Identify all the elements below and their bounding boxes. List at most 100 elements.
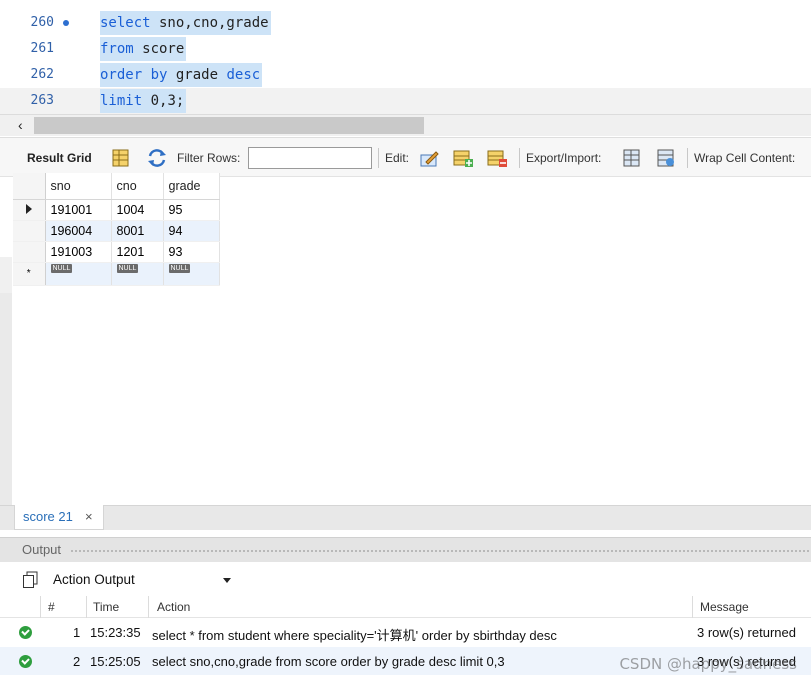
table-row[interactable]: 196004 8001 94	[13, 220, 220, 242]
success-check-icon	[19, 655, 32, 668]
result-grid-label[interactable]: Result Grid	[27, 151, 92, 165]
null-badge: NULL	[116, 263, 139, 273]
table-row[interactable]: 191001 1004 95	[13, 199, 220, 221]
close-tab-icon[interactable]: ×	[85, 509, 93, 524]
scroll-left-icon[interactable]: ‹	[18, 116, 23, 134]
code-text[interactable]: from score	[100, 37, 187, 61]
chevron-down-icon[interactable]	[223, 578, 231, 583]
editor-line[interactable]: 263 limit 0,3;	[0, 88, 811, 114]
result-grid: sno cno grade 191001 1004 95 196004 8001 94 1910…	[0, 173, 811, 505]
table-row[interactable]: 191003 1201 93	[13, 241, 220, 263]
row-header-corner[interactable]	[13, 173, 46, 200]
sql-editor[interactable]: 260 select sno,cno,grade 261 from score 262 o…	[0, 0, 811, 114]
column-divider	[148, 596, 149, 618]
output-num: 1	[73, 625, 81, 640]
watermark: CSDN @happy_sadness	[619, 655, 797, 673]
editor-line[interactable]: 261 from score	[0, 36, 811, 62]
new-row[interactable]: * NULL NULL NULL	[13, 262, 220, 286]
column-header-cno[interactable]: cno	[111, 173, 164, 200]
line-number: 262	[30, 67, 54, 82]
editor-line[interactable]: 262 order by grade desc	[0, 62, 811, 88]
row-header[interactable]	[13, 241, 46, 263]
grid-cell[interactable]: 196004	[45, 220, 112, 242]
tab-score-21[interactable]: score 21 ×	[14, 505, 104, 530]
success-check-icon	[19, 626, 32, 639]
result-table: sno cno grade 191001 1004 95 196004 8001 94 1910…	[13, 173, 220, 286]
column-header-sno[interactable]: sno	[45, 173, 112, 200]
new-row-marker: *	[13, 262, 46, 286]
grid-cell[interactable]: 1201	[111, 241, 164, 263]
output-action: select * from student where speciality='…	[152, 628, 557, 643]
grid-cell[interactable]: 191003	[45, 241, 112, 263]
code-text[interactable]: order by grade desc	[100, 63, 263, 87]
grid-cell[interactable]: 94	[163, 220, 220, 242]
grid-cell[interactable]: 8001	[111, 220, 164, 242]
grid-cell[interactable]: NULL	[111, 262, 164, 286]
sql-keyword: from	[100, 41, 134, 57]
output-mode-select[interactable]: Action Output	[48, 568, 236, 592]
output-time: 15:23:35	[90, 625, 141, 640]
result-tab-bar: score 21 ×	[0, 505, 811, 530]
result-toolbar: Result Grid Filter Rows: Edit: Export/Im…	[0, 137, 811, 177]
edit-label: Edit:	[385, 151, 410, 165]
statement-marker-icon[interactable]	[63, 20, 69, 26]
sql-keyword: limit	[100, 93, 143, 109]
filter-rows-input[interactable]	[248, 147, 372, 169]
sql-text: grade	[167, 67, 227, 83]
col-time[interactable]: Time	[93, 600, 119, 614]
sql-keyword: select	[100, 15, 151, 31]
grid-cell[interactable]: NULL	[45, 262, 112, 286]
sql-keyword: order	[100, 67, 143, 83]
column-divider	[40, 596, 41, 618]
toolbar-divider	[378, 148, 379, 168]
line-number: 261	[30, 41, 54, 56]
output-mode-value: Action Output	[53, 572, 135, 587]
scroll-thumb[interactable]	[34, 117, 424, 134]
column-divider	[692, 596, 693, 618]
refresh-icon[interactable]	[146, 147, 168, 169]
edit-row-icon[interactable]	[418, 147, 440, 169]
grid-view-icon[interactable]	[110, 147, 132, 169]
filter-rows-label: Filter Rows:	[177, 151, 241, 165]
grid-cell[interactable]: 93	[163, 241, 220, 263]
delete-row-icon[interactable]	[486, 147, 508, 169]
grid-cell[interactable]: NULL	[163, 262, 220, 286]
copy-icon[interactable]	[22, 571, 39, 589]
col-message[interactable]: Message	[700, 600, 749, 614]
row-header[interactable]	[13, 199, 46, 221]
panel-grip[interactable]	[70, 549, 809, 553]
export-icon[interactable]	[621, 147, 643, 169]
output-toolbar: Action Output	[0, 562, 811, 596]
output-table-header: # Time Action Message	[0, 596, 811, 618]
column-header-grade[interactable]: grade	[163, 173, 220, 200]
output-row[interactable]: 1 15:23:35 select * from student where spe…	[0, 618, 811, 646]
sql-text: sno,cno,grade	[150, 15, 269, 31]
toolbar-divider	[519, 148, 520, 168]
import-icon[interactable]	[655, 147, 677, 169]
null-badge: NULL	[168, 263, 191, 273]
grid-cell[interactable]: 191001	[45, 199, 112, 221]
workbench-window: 260 select sno,cno,grade 261 from score 262 o…	[0, 0, 811, 686]
col-action[interactable]: Action	[157, 600, 190, 614]
output-time: 15:25:05	[90, 654, 141, 669]
output-message: 3 row(s) returned	[697, 625, 796, 640]
line-number: 260	[30, 15, 54, 30]
sql-text: 0,3;	[142, 93, 185, 109]
column-divider	[86, 596, 87, 618]
current-row-arrow-icon	[25, 203, 32, 214]
output-action: select sno,cno,grade from score order by…	[152, 654, 505, 669]
col-num[interactable]: #	[48, 600, 55, 614]
output-title: Output	[22, 542, 66, 557]
grid-cell[interactable]: 1004	[111, 199, 164, 221]
editor-horizontal-scrollbar[interactable]: ‹	[0, 114, 811, 136]
sql-keyword: desc	[226, 67, 261, 83]
code-text[interactable]: select sno,cno,grade	[100, 11, 271, 35]
code-text[interactable]: limit 0,3;	[100, 89, 187, 113]
grid-cell[interactable]: 95	[163, 199, 220, 221]
row-header[interactable]	[13, 220, 46, 242]
editor-line[interactable]: 260 select sno,cno,grade	[0, 10, 811, 36]
tab-label: score 21	[23, 509, 73, 524]
add-row-icon[interactable]	[452, 147, 474, 169]
output-panel-header: Output	[0, 537, 811, 562]
